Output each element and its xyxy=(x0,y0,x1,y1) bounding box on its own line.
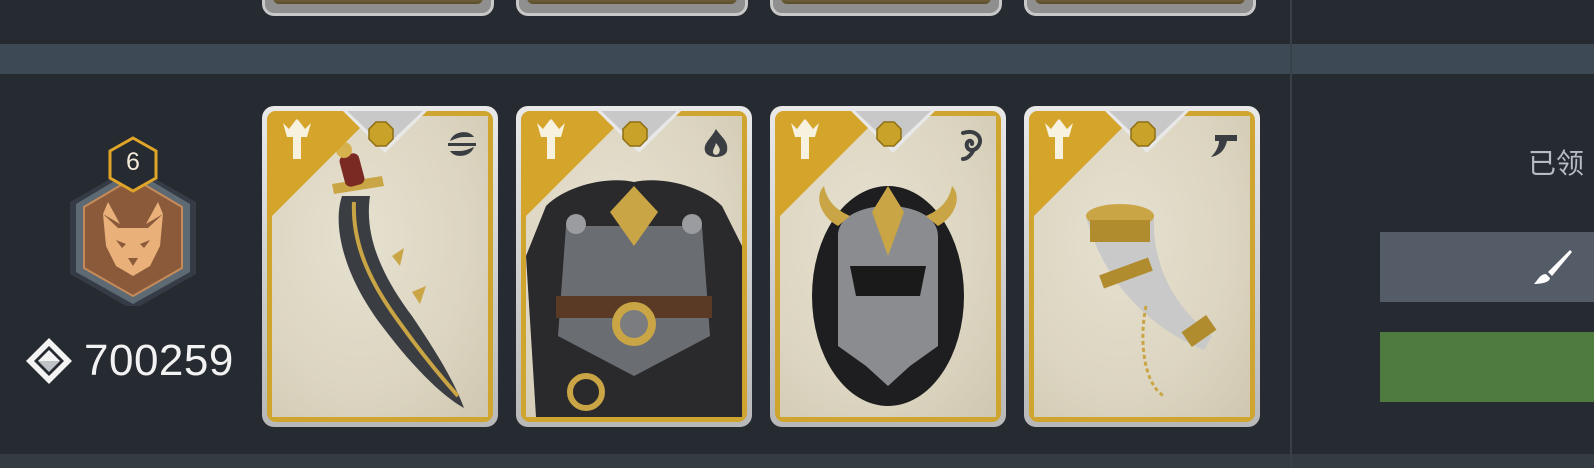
power-value: 700259 xyxy=(84,336,234,385)
row-divider xyxy=(0,44,1594,74)
gold-gem-icon xyxy=(368,121,394,147)
level-number: 6 xyxy=(126,148,140,176)
previous-card[interactable] xyxy=(770,0,1002,16)
confirm-button[interactable] xyxy=(1380,332,1594,402)
gold-gem-icon xyxy=(876,121,902,147)
level-badge: 6 xyxy=(58,136,208,306)
panel-separator xyxy=(1290,0,1292,468)
previous-card[interactable] xyxy=(1024,0,1256,16)
brush-icon xyxy=(1534,250,1572,284)
wind-icon xyxy=(448,132,476,156)
diamond-gem-icon xyxy=(26,338,72,384)
trident-crest-icon xyxy=(283,119,311,159)
gold-gem-icon xyxy=(622,121,648,147)
fire-icon xyxy=(704,129,728,157)
spiral-icon xyxy=(961,130,982,161)
trident-crest-icon xyxy=(1045,119,1073,159)
horn-icon xyxy=(1211,135,1237,157)
reward-card-chest-armor[interactable] xyxy=(516,106,752,427)
reward-card-drinking-horn[interactable] xyxy=(1024,106,1260,427)
reward-card-dagger[interactable] xyxy=(262,106,498,427)
previous-card[interactable] xyxy=(262,0,494,16)
reward-card-horned-helmet[interactable] xyxy=(770,106,1006,427)
previous-card[interactable] xyxy=(516,0,748,16)
claimed-status-label: 已领 xyxy=(1528,148,1585,179)
power-display: 700259 xyxy=(24,332,234,390)
previous-row-strip xyxy=(0,0,1594,44)
row-divider-bottom xyxy=(0,454,1594,468)
gold-gem-icon xyxy=(1130,121,1156,147)
customize-button[interactable] xyxy=(1380,232,1594,302)
trident-crest-icon xyxy=(537,119,565,159)
trident-crest-icon xyxy=(791,119,819,159)
